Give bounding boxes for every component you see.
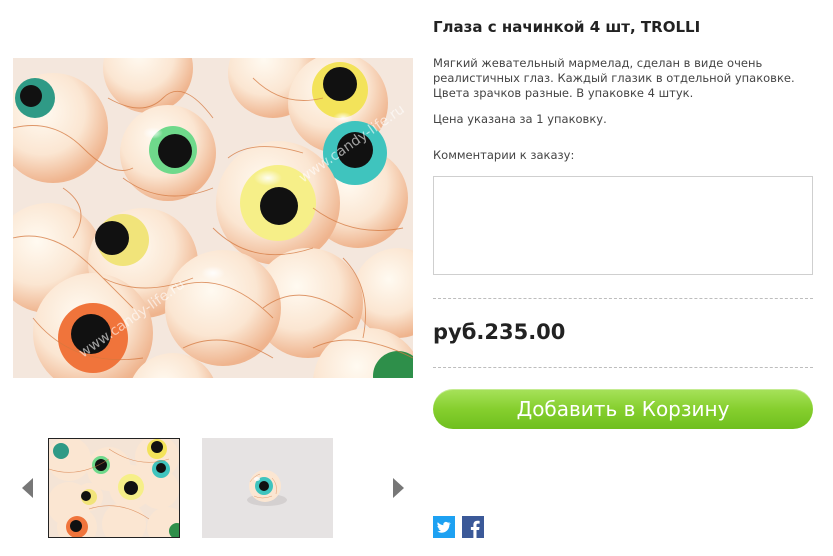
thumbnail-2[interactable]: [202, 438, 333, 538]
add-to-cart-button[interactable]: Добавить в Корзину: [433, 389, 813, 429]
facebook-icon: [462, 516, 484, 538]
product-title: Глаза с начинкой 4 шт, TROLLI: [433, 18, 701, 36]
divider: [433, 298, 813, 299]
twitter-share-button[interactable]: [433, 516, 455, 538]
divider: [433, 367, 813, 368]
price-note: Цена указана за 1 упаковку.: [433, 112, 607, 126]
triangle-right-icon: [393, 478, 404, 498]
product-description: Мягкий жевательный мармелад, сделан в ви…: [433, 56, 795, 100]
twitter-icon: [433, 516, 455, 538]
thumbnail-1[interactable]: [48, 438, 180, 538]
comment-label: Комментарии к заказу:: [433, 148, 575, 162]
triangle-left-icon: [22, 478, 33, 498]
prev-thumbnail-button[interactable]: [22, 478, 34, 498]
next-thumbnail-button[interactable]: [392, 478, 404, 498]
facebook-share-button[interactable]: [462, 516, 484, 538]
product-price: руб.235.00: [433, 320, 566, 344]
main-product-image: www.candy-life.ru www.candy-life.ru: [13, 58, 413, 378]
order-comment-input[interactable]: [433, 176, 813, 275]
